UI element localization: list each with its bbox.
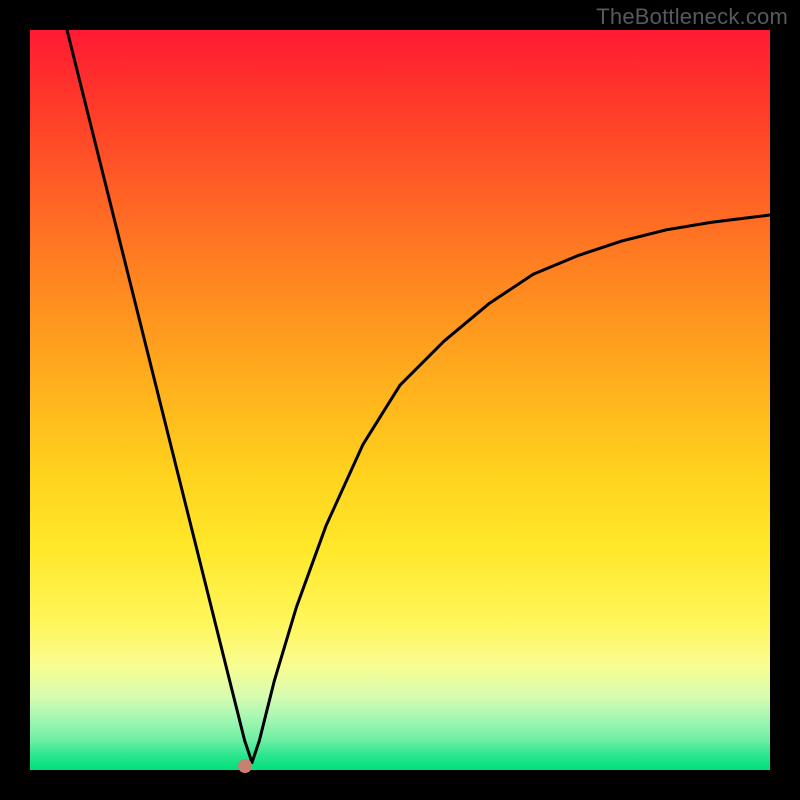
bottleneck-curve <box>30 30 770 770</box>
plot-area <box>30 30 770 770</box>
watermark-text: TheBottleneck.com <box>596 4 788 30</box>
optimal-point-marker <box>238 759 252 773</box>
chart-frame: TheBottleneck.com <box>0 0 800 800</box>
